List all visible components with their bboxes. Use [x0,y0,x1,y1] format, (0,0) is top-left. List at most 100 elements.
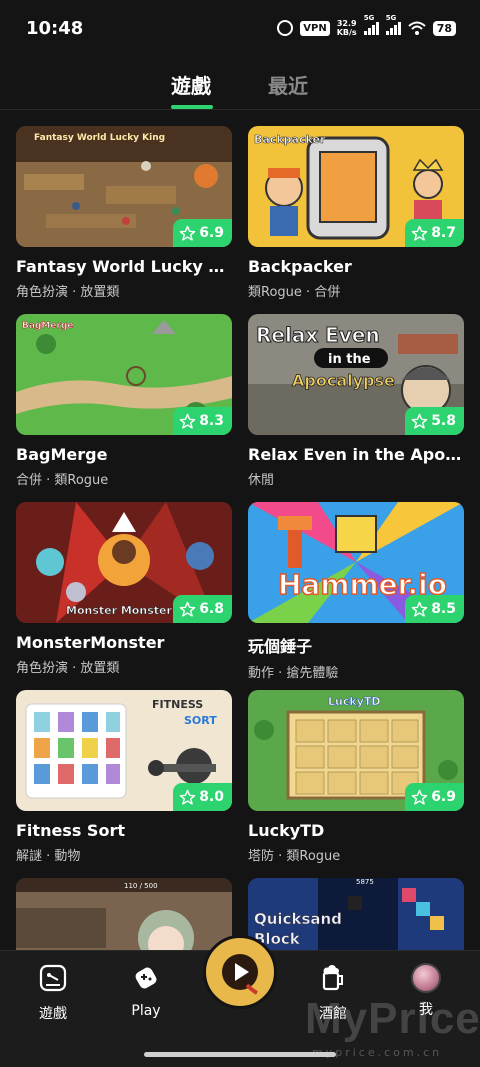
rating-value: 5.8 [431,413,456,429]
game-card-relax-even[interactable]: Relax Even in the Apocalypse 5.8 Relax E… [248,314,464,488]
game-tags: 角色扮演 · 放置類 [16,285,120,300]
game-title: Relax Even in the Apocaly... [248,445,464,464]
star-icon [411,413,428,429]
game-card-fantasy-world[interactable]: Fantasy World Lucky King 6.9 Fantasy Wor… [16,126,232,300]
thumb-title-1: Relax Even [256,323,380,347]
rating-badge: 8.7 [405,219,464,247]
star-icon [179,413,196,429]
nav-play-label: Play [131,1003,161,1019]
thumb-title: Monster Monster [66,604,172,617]
game-grid: Fantasy World Lucky King 6.9 Fantasy Wor… [16,126,464,950]
game-title: Fantasy World Lucky King [16,257,232,276]
avatar [411,963,441,993]
rating-value: 6.9 [199,225,224,241]
tab-games[interactable]: 遊戲 [171,70,211,99]
signal-label-1: 5G [363,14,375,22]
thumb-title-1: FITNESS [152,698,203,711]
game-thumbnail[interactable]: Relax Even in the Apocalypse 5.8 [248,314,464,435]
beer-icon [322,965,343,991]
vpn-badge: VPN [300,20,330,36]
rating-value: 6.8 [199,601,224,617]
game-thumbnail[interactable]: LuckyTD 6.9 [248,690,464,811]
star-icon [179,601,196,617]
thumb-title-1: Quicksand [254,910,342,928]
signal-icon: 5G [363,14,379,35]
status-bar: 10:48 VPN 32.9 KB/s 5G 5G 78 [0,0,480,60]
game-card-bagmerge[interactable]: BagMerge 8.3 BagMerge 合併 · 類Rogue [16,314,232,488]
rating-value: 8.3 [199,413,224,429]
game-thumbnail[interactable]: BagMerge 8.3 [16,314,232,435]
rating-badge: 8.0 [173,783,232,811]
game-artwork: 110 / 500 [16,878,232,950]
signal-label-2: 5G [385,14,397,22]
thumb-title: Fantasy World Lucky King [34,133,165,143]
gamepad-icon [135,967,157,989]
alarm-icon [277,20,294,36]
status-time: 10:48 [26,18,84,39]
rating-badge: 6.8 [173,595,232,623]
game-tags: 塔防 · 類Rogue [248,849,341,864]
watermark: MyPrice [305,994,480,1043]
game-card-monstermonster[interactable]: Monster Monster 6.8 MonsterMonster 角色扮演 … [16,502,232,676]
rating-value: 8.5 [431,601,456,617]
game-title: Fitness Sort [16,821,125,840]
active-tab-indicator [171,105,213,109]
game-thumbnail[interactable]: 110 / 500 [16,878,232,950]
game-tags: 解謎 · 動物 [16,849,81,864]
game-card-backpacker[interactable]: Backpacker 8.7 Backpacker 類Rogue · 合併 [248,126,464,300]
rating-badge: 6.9 [405,783,464,811]
game-card-partial-10[interactable]: 5875 Quicksand Block [248,878,464,950]
star-icon [411,789,428,805]
rating-value: 8.0 [199,789,224,805]
game-card-partial-9[interactable]: 110 / 500 [16,878,232,950]
game-title: BagMerge [16,445,108,464]
nav-games[interactable]: 遊戲 [18,963,88,1023]
star-icon [179,225,196,241]
game-title: MonsterMonster [16,633,165,652]
wifi-icon [408,21,426,35]
game-screen-icon [39,964,67,992]
rating-badge: 6.9 [173,219,232,247]
network-speed: 32.9 KB/s [337,19,357,37]
game-tags: 動作 · 搶先體驗 [248,666,339,681]
game-thumbnail[interactable]: Backpacker 8.7 [248,126,464,247]
status-icons: VPN 32.9 KB/s 5G 5G 78 [277,14,456,37]
rating-badge: 8.3 [173,407,232,435]
rating-value: 8.7 [431,225,456,241]
game-thumbnail[interactable]: 5875 Quicksand Block [248,878,464,950]
thumb-title: BagMerge [22,321,73,331]
speed-unit: KB/s [336,28,357,37]
home-indicator[interactable] [144,1052,336,1057]
thumb-title-2: SORT [184,714,217,727]
game-tags: 角色扮演 · 放置類 [16,661,120,676]
rating-badge: 5.8 [405,407,464,435]
nav-games-label: 遊戲 [39,1006,67,1022]
speed-value: 32.9 [336,19,357,28]
game-card-fitness-sort[interactable]: FITNESS SORT 8.0 Fitness Sort 解謎 · 動物 [16,690,232,864]
play-icon [222,954,258,995]
thumb-title: Backpacker [254,133,326,146]
signal-icon-2: 5G [385,14,401,35]
star-icon [411,225,428,241]
thumb-title-3: Apocalypse [292,371,395,390]
game-thumbnail[interactable]: Hammer.io 8.5 [248,502,464,623]
game-tags: 休閒 [248,473,275,488]
game-thumbnail[interactable]: Monster Monster 6.8 [16,502,232,623]
star-icon [411,601,428,617]
game-thumbnail[interactable]: Fantasy World Lucky King 6.9 [16,126,232,247]
tab-recent[interactable]: 最近 [268,70,308,99]
thumb-title-2: in the [328,352,371,367]
game-title: 玩個錘子 [248,637,313,656]
game-thumbnail[interactable]: FITNESS SORT 8.0 [16,690,232,811]
center-play-button[interactable] [203,935,277,1009]
thumb-counter: 110 / 500 [124,882,158,890]
thumb-score: 5875 [356,878,374,886]
star-icon [179,789,196,805]
top-tabs: 遊戲 最近 [0,64,480,110]
rating-badge: 8.5 [405,595,464,623]
game-card-luckytd[interactable]: LuckyTD 6.9 LuckyTD 塔防 · 類Rogue [248,690,464,864]
nav-play[interactable]: Play [111,963,181,1019]
game-tags: 類Rogue · 合併 [248,285,341,300]
game-card-hammer[interactable]: Hammer.io 8.5 玩個錘子 動作 · 搶先體驗 [248,502,464,681]
game-title: LuckyTD [248,821,325,840]
